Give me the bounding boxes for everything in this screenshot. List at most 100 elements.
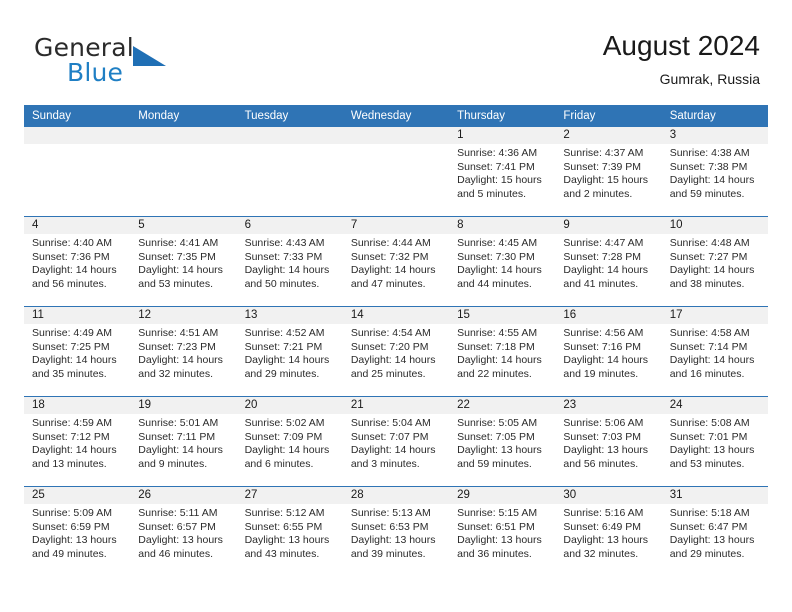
day-cell[interactable]: Sunrise: 4:54 AM Sunset: 7:20 PM Daylight:…: [343, 324, 449, 396]
day-number[interactable]: 30: [555, 487, 661, 504]
day-cell[interactable]: Sunrise: 4:55 AM Sunset: 7:18 PM Daylight:…: [449, 324, 555, 396]
day-number[interactable]: 26: [130, 487, 236, 504]
sunset-text: Sunset: 7:21 PM: [244, 340, 323, 353]
page-title: August 2024: [602, 30, 760, 61]
day-cell[interactable]: Sunrise: 4:58 AM Sunset: 7:14 PM Daylight:…: [662, 324, 768, 396]
day-cell[interactable]: Sunrise: 4:45 AM Sunset: 7:30 PM Daylight:…: [449, 234, 555, 306]
day-cell[interactable]: Sunrise: 5:09 AM Sunset: 6:59 PM Daylight:…: [24, 504, 130, 576]
daylight-text: Daylight: 15 hours and 2 minutes.: [563, 174, 649, 200]
sunrise-text: Sunrise: 4:47 AM: [563, 237, 644, 249]
day-cell[interactable]: Sunrise: 5:18 AM Sunset: 6:47 PM Daylight:…: [662, 504, 768, 576]
weekday-sunday: Sunday: [32, 110, 72, 122]
day-number[interactable]: 27: [237, 487, 343, 504]
sunrise-text: Sunrise: 5:15 AM: [457, 507, 538, 519]
sunset-text: Sunset: 6:49 PM: [563, 520, 642, 533]
day-cell[interactable]: Sunrise: 5:02 AM Sunset: 7:09 PM Daylight:…: [237, 414, 343, 486]
day-number[interactable]: 4: [24, 217, 130, 234]
day-number[interactable]: 28: [343, 487, 449, 504]
day-cell[interactable]: Sunrise: 4:38 AM Sunset: 7:38 PM Daylight:…: [662, 144, 768, 216]
day-number[interactable]: 1: [449, 127, 555, 144]
day-cell[interactable]: Sunrise: 4:43 AM Sunset: 7:33 PM Daylight:…: [237, 234, 343, 306]
day-number[interactable]: 24: [662, 397, 768, 414]
day-number[interactable]: 20: [237, 397, 343, 414]
day-cell[interactable]: Sunrise: 4:56 AM Sunset: 7:16 PM Daylight:…: [555, 324, 661, 396]
day-number[interactable]: 5: [130, 217, 236, 234]
day-number[interactable]: 12: [130, 307, 236, 324]
day-number[interactable]: 25: [24, 487, 130, 504]
day-number[interactable]: 3: [662, 127, 768, 144]
day-number[interactable]: 9: [555, 217, 661, 234]
day-number[interactable]: 15: [449, 307, 555, 324]
sunset-text: Sunset: 7:28 PM: [563, 250, 642, 263]
day-cell[interactable]: Sunrise: 5:15 AM Sunset: 6:51 PM Daylight:…: [449, 504, 555, 576]
day-number[interactable]: 11: [24, 307, 130, 324]
day-number[interactable]: 31: [662, 487, 768, 504]
day-cell[interactable]: Sunrise: 5:05 AM Sunset: 7:05 PM Daylight:…: [449, 414, 555, 486]
daylight-text: Daylight: 14 hours and 16 minutes.: [669, 354, 755, 380]
day-cell[interactable]: Sunrise: 4:49 AM Sunset: 7:25 PM Daylight:…: [24, 324, 130, 396]
day-cell[interactable]: Sunrise: 4:59 AM Sunset: 7:12 PM Daylight:…: [24, 414, 130, 486]
day-cell[interactable]: Sunrise: 5:13 AM Sunset: 6:53 PM Daylight:…: [343, 504, 449, 576]
daylight-text: Daylight: 13 hours and 29 minutes.: [669, 534, 755, 560]
week-date-numbers: 123: [24, 127, 768, 144]
sunrise-text: Sunrise: 4:40 AM: [32, 237, 112, 249]
daylight-text: Daylight: 14 hours and 25 minutes.: [350, 354, 436, 380]
sunrise-text: Sunrise: 5:08 AM: [669, 417, 750, 429]
sunrise-text: Sunrise: 4:49 AM: [32, 327, 112, 339]
day-number[interactable]: 17: [662, 307, 768, 324]
day-number[interactable]: 10: [662, 217, 768, 234]
day-number[interactable]: 14: [343, 307, 449, 324]
day-number[interactable]: 13: [237, 307, 343, 324]
calendar-week-row: 4 5 6 7 8 9 10 Sunrise: 4:40 AM Sunset: 7:36 PM D…: [24, 217, 768, 307]
day-cell[interactable]: Sunrise: 5:12 AM Sunset: 6:55 PM Daylight:…: [237, 504, 343, 576]
sunrise-text: Sunrise: 4:38 AM: [669, 147, 750, 159]
day-cell[interactable]: Sunrise: 4:51 AM Sunset: 7:23 PM Daylight:…: [130, 324, 236, 396]
day-number[interactable]: 2: [555, 127, 661, 144]
day-cell[interactable]: Sunrise: 4:40 AM Sunset: 7:36 PM Daylight:…: [24, 234, 130, 306]
daylight-text: Daylight: 14 hours and 13 minutes.: [32, 444, 117, 470]
day-cell[interactable]: Sunrise: 4:48 AM Sunset: 7:27 PM Daylight:…: [662, 234, 768, 306]
day-number[interactable]: 18: [24, 397, 130, 414]
sunset-text: Sunset: 7:11 PM: [138, 430, 216, 443]
day-number[interactable]: 8: [449, 217, 555, 234]
daylight-text: Daylight: 14 hours and 3 minutes.: [350, 444, 436, 470]
day-number[interactable]: 23: [555, 397, 661, 414]
day-cell[interactable]: Sunrise: 5:11 AM Sunset: 6:57 PM Daylight:…: [130, 504, 236, 576]
sunrise-text: Sunrise: 4:41 AM: [138, 237, 219, 249]
daylight-text: Daylight: 13 hours and 39 minutes.: [350, 534, 436, 560]
sunset-text: Sunset: 7:20 PM: [350, 340, 429, 353]
day-number[interactable]: 7: [343, 217, 449, 234]
day-cell[interactable]: Sunrise: 5:04 AM Sunset: 7:07 PM Daylight:…: [343, 414, 449, 486]
sunset-text: Sunset: 7:18 PM: [457, 340, 535, 353]
week-date-numbers: 11 12 13 14 15 16 17: [24, 307, 768, 324]
day-cell[interactable]: Sunrise: 4:47 AM Sunset: 7:28 PM Daylight:…: [555, 234, 661, 306]
day-cell[interactable]: Sunrise: 4:44 AM Sunset: 7:32 PM Daylight:…: [343, 234, 449, 306]
day-number[interactable]: 29: [449, 487, 555, 504]
sunset-text: Sunset: 7:23 PM: [138, 340, 216, 353]
sunrise-text: Sunrise: 4:37 AM: [563, 147, 644, 159]
day-number: [130, 127, 236, 144]
day-cell[interactable]: Sunrise: 5:06 AM Sunset: 7:03 PM Daylight:…: [555, 414, 661, 486]
day-number[interactable]: 22: [449, 397, 555, 414]
day-cell[interactable]: Sunrise: 4:36 AM Sunset: 7:41 PM Daylight:…: [449, 144, 555, 216]
day-number[interactable]: 19: [130, 397, 236, 414]
day-cell[interactable]: Sunrise: 5:01 AM Sunset: 7:11 PM Daylight:…: [130, 414, 236, 486]
sunrise-text: Sunrise: 5:02 AM: [244, 417, 325, 429]
sunrise-text: Sunrise: 4:51 AM: [138, 327, 219, 339]
day-number[interactable]: 6: [237, 217, 343, 234]
brand-logo[interactable]: General Blue: [34, 34, 284, 92]
sunrise-text: Sunrise: 5:18 AM: [669, 507, 750, 519]
week-date-numbers: 18 19 20 21 22 23 24: [24, 397, 768, 414]
day-cell[interactable]: Sunrise: 4:41 AM Sunset: 7:35 PM Daylight:…: [130, 234, 236, 306]
page-header: General Blue August 2024 Gumrak, Russia: [24, 28, 768, 98]
daylight-text: Daylight: 14 hours and 38 minutes.: [669, 264, 755, 290]
daylight-text: Daylight: 14 hours and 6 minutes.: [244, 444, 330, 470]
weekday-friday: Friday: [563, 110, 596, 122]
day-cell[interactable]: Sunrise: 4:37 AM Sunset: 7:39 PM Daylight:…: [555, 144, 661, 216]
day-cell[interactable]: Sunrise: 5:16 AM Sunset: 6:49 PM Daylight:…: [555, 504, 661, 576]
day-cell[interactable]: Sunrise: 4:52 AM Sunset: 7:21 PM Daylight:…: [237, 324, 343, 396]
sunset-text: Sunset: 7:25 PM: [32, 340, 110, 353]
day-number[interactable]: 16: [555, 307, 661, 324]
day-cell[interactable]: Sunrise: 5:08 AM Sunset: 7:01 PM Daylight:…: [662, 414, 768, 486]
day-number[interactable]: 21: [343, 397, 449, 414]
